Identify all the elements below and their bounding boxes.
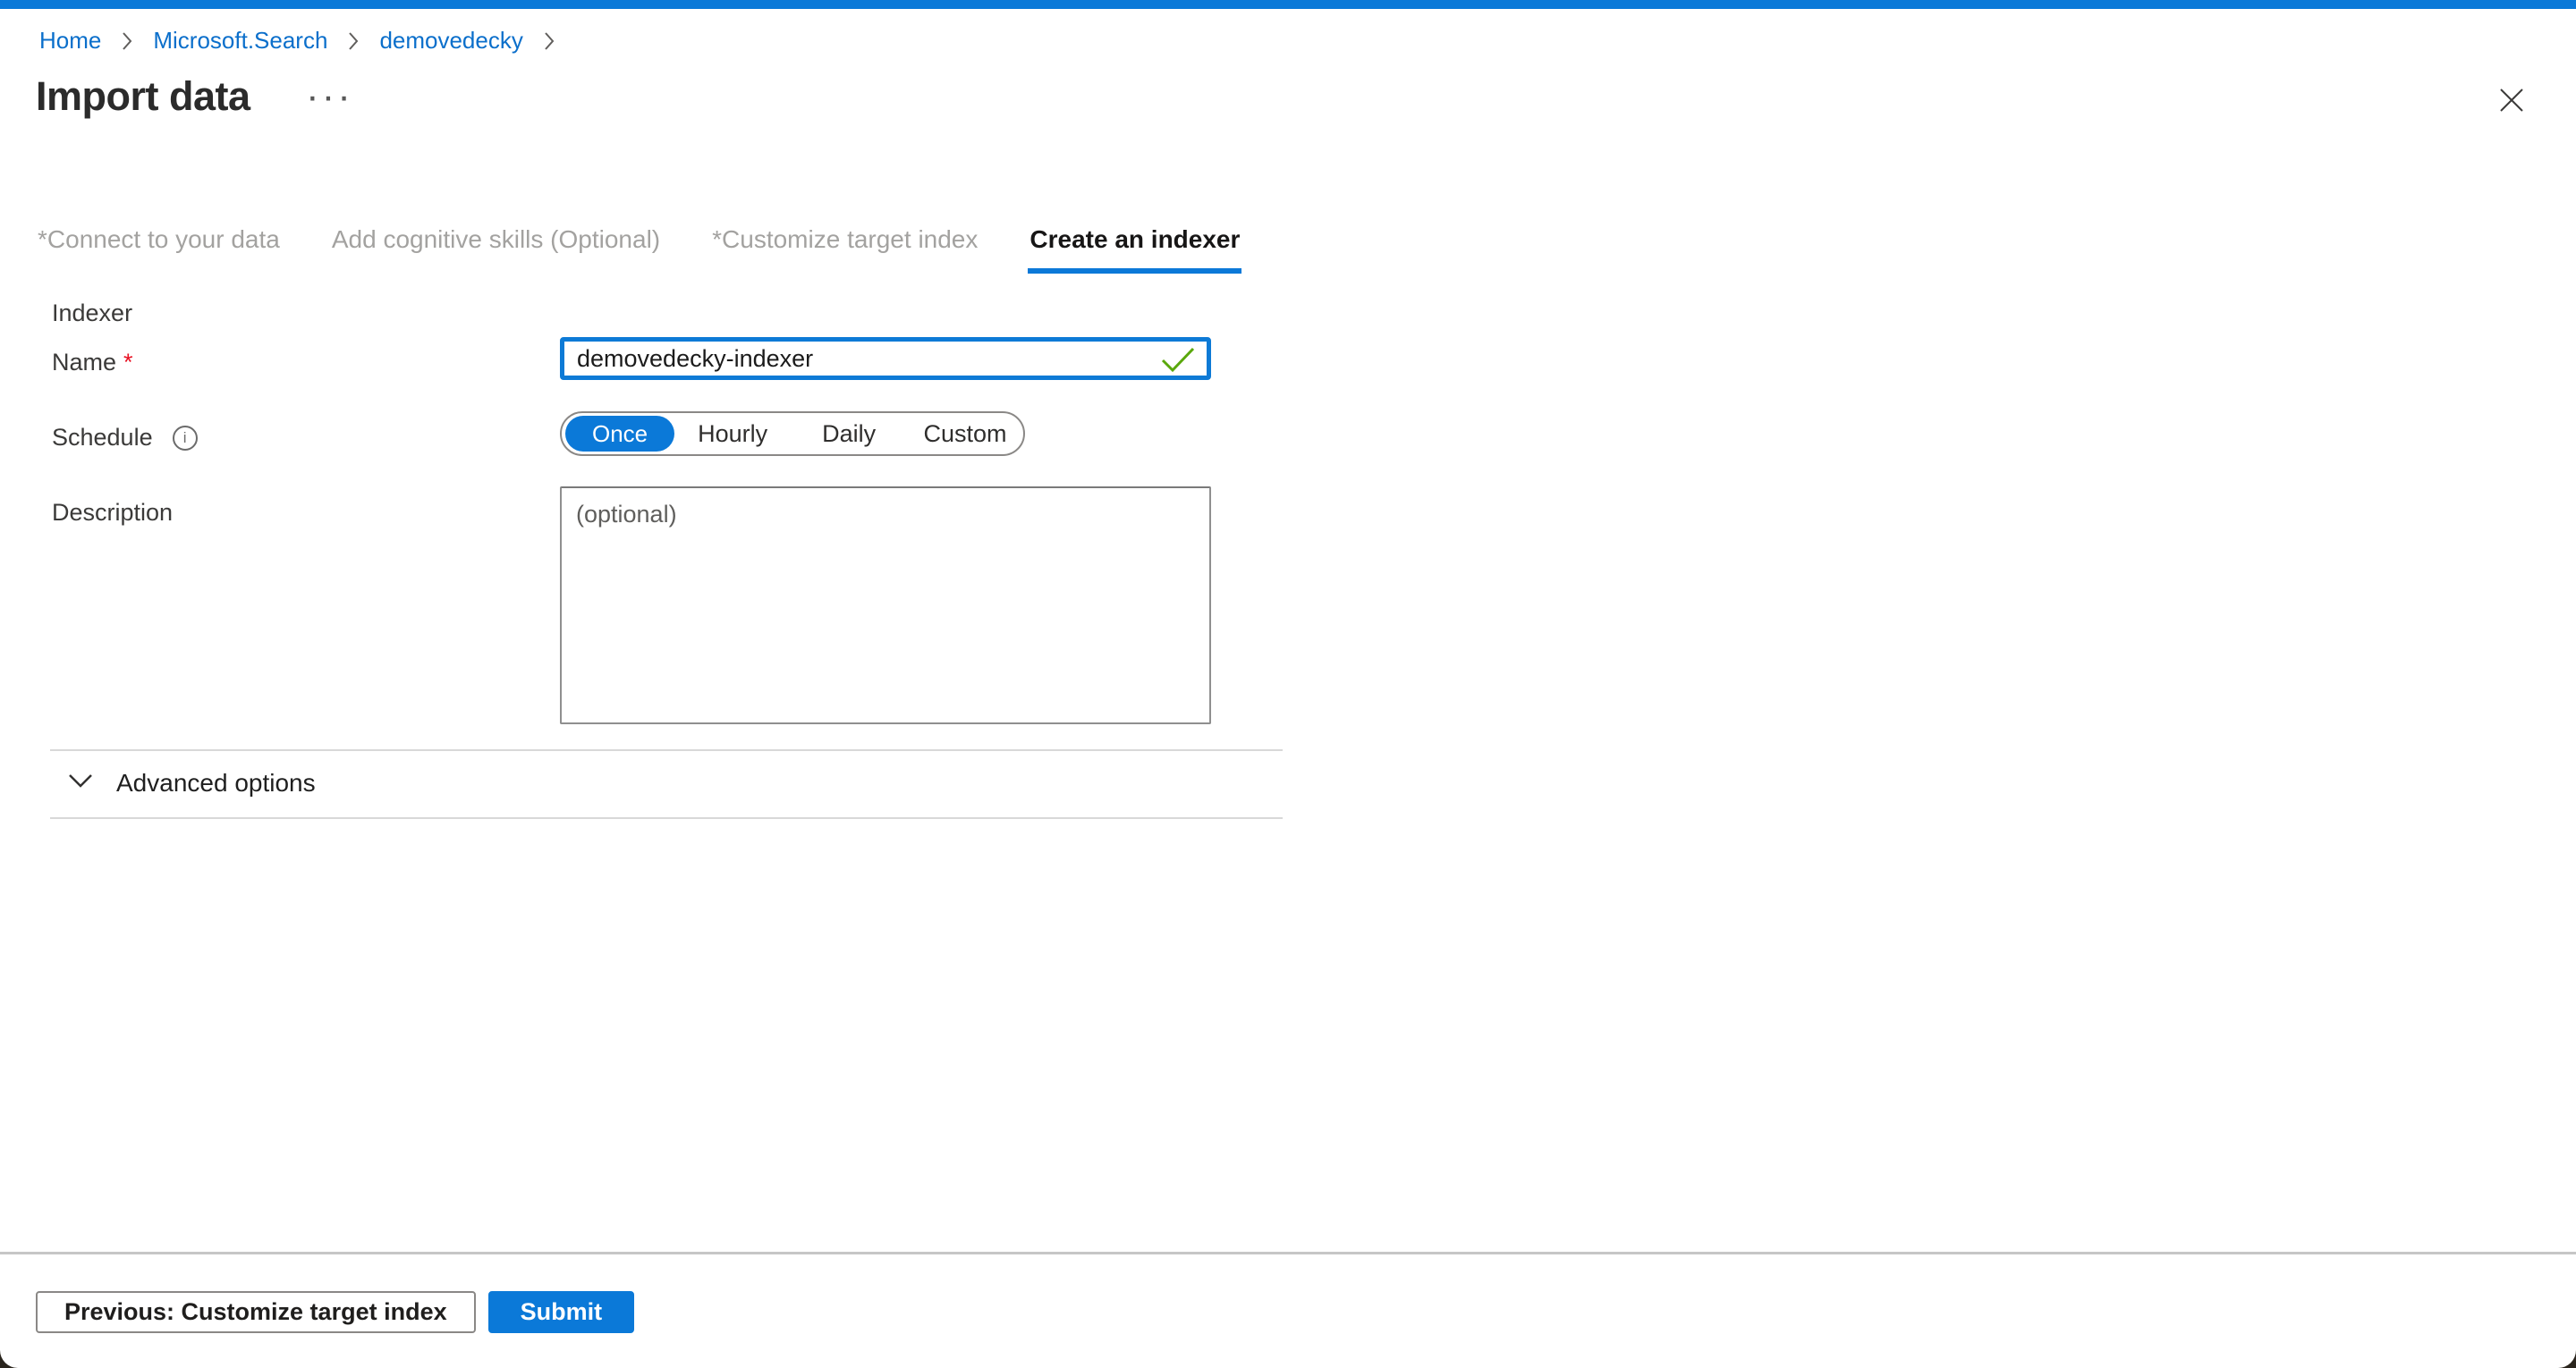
- import-data-page: Home Microsoft.Search demovedecky Import…: [0, 0, 2576, 1368]
- chevron-right-icon: [347, 31, 360, 51]
- window-corner: [0, 1350, 18, 1368]
- advanced-options-label: Advanced options: [116, 769, 316, 798]
- schedule-option-hourly[interactable]: Hourly: [674, 420, 791, 448]
- window-corner: [2558, 1350, 2576, 1368]
- breadcrumb-link-home[interactable]: Home: [39, 27, 101, 55]
- footer-buttons: Previous: Customize target index Submit: [36, 1291, 634, 1333]
- info-icon[interactable]: i: [173, 426, 198, 451]
- schedule-toggle-group: Once Hourly Daily Custom: [560, 411, 1025, 456]
- schedule-option-custom[interactable]: Custom: [907, 420, 1023, 448]
- chevron-right-icon: [543, 31, 555, 51]
- previous-button[interactable]: Previous: Customize target index: [36, 1291, 476, 1333]
- name-field-label: Name*: [52, 349, 133, 376]
- description-textarea[interactable]: [560, 486, 1211, 724]
- chevron-right-icon: [121, 31, 133, 51]
- chevron-down-icon: [68, 773, 93, 793]
- wizard-tabs: *Connect to your data Add cognitive skil…: [36, 225, 1241, 274]
- azure-top-accent-bar: [0, 0, 2576, 9]
- breadcrumb-link-demovedecky[interactable]: demovedecky: [379, 27, 522, 55]
- tab-add-cognitive-skills[interactable]: Add cognitive skills (Optional): [330, 225, 662, 274]
- page-title: Import data: [36, 73, 250, 120]
- advanced-options-expander[interactable]: Advanced options: [68, 769, 316, 798]
- indexer-section-label: Indexer: [52, 300, 132, 327]
- tab-customize-target-index[interactable]: *Customize target index: [710, 225, 979, 274]
- tab-connect-to-your-data[interactable]: *Connect to your data: [36, 225, 282, 274]
- schedule-option-once[interactable]: Once: [565, 416, 674, 452]
- indexer-name-input[interactable]: [560, 337, 1211, 380]
- more-options-icon[interactable]: ···: [306, 77, 353, 116]
- validation-check-icon: [1159, 345, 1197, 378]
- breadcrumb: Home Microsoft.Search demovedecky: [39, 27, 555, 55]
- required-asterisk: *: [123, 349, 133, 376]
- divider: [50, 817, 1283, 819]
- footer-divider: [0, 1252, 2576, 1254]
- schedule-field-label: Schedule i: [52, 424, 198, 452]
- schedule-option-daily[interactable]: Daily: [791, 420, 907, 448]
- description-field-label: Description: [52, 499, 173, 527]
- breadcrumb-link-microsoft-search[interactable]: Microsoft.Search: [153, 27, 327, 55]
- submit-button[interactable]: Submit: [488, 1291, 635, 1333]
- divider: [50, 749, 1283, 751]
- tab-create-an-indexer[interactable]: Create an indexer: [1028, 225, 1241, 274]
- close-icon[interactable]: [2497, 86, 2526, 114]
